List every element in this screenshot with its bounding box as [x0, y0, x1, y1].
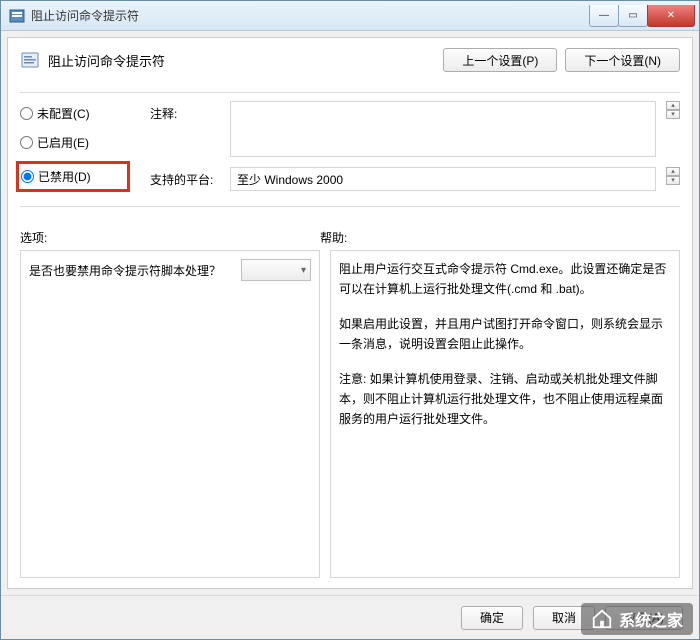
policy-icon	[20, 50, 40, 70]
window-controls: — ▭ ✕	[590, 5, 695, 27]
content-area: 阻止访问命令提示符 上一个设置(P) 下一个设置(N) 未配置(C) 已启用(E…	[7, 37, 693, 589]
footer: 确定 取消 应用(A) 系统之家	[1, 595, 699, 639]
settings-row: 未配置(C) 已启用(E) 已禁用(D) 注释: ▴▾	[20, 101, 680, 192]
help-paragraph: 如果启用此设置，并且用户试图打开命令窗口，则系统会显示一条消息，说明设置会阻止此…	[339, 314, 671, 355]
help-panel: 阻止用户运行交互式命令提示符 Cmd.exe。此设置还确定是否可以在计算机上运行…	[330, 250, 680, 578]
help-label: 帮助:	[320, 229, 680, 246]
option-question: 是否也要禁用命令提示符脚本处理？	[29, 262, 221, 279]
section-labels: 选项: 帮助:	[20, 229, 680, 246]
platform-scroll[interactable]: ▴▾	[666, 167, 680, 185]
option-dropdown[interactable]: ▾	[241, 259, 311, 281]
dialog-window: 阻止访问命令提示符 — ▭ ✕ 阻止访问命令提示符 上一个设置(P) 下一个设置…	[0, 0, 700, 640]
comment-label: 注释:	[150, 101, 220, 122]
radio-not-configured-label: 未配置(C)	[37, 105, 90, 122]
platform-label: 支持的平台:	[150, 167, 220, 188]
window-title: 阻止访问命令提示符	[31, 7, 590, 24]
platform-box: 至少 Windows 2000	[230, 167, 656, 191]
radio-not-configured[interactable]: 未配置(C)	[20, 105, 130, 122]
radio-disabled-label: 已禁用(D)	[38, 168, 91, 185]
comment-textarea[interactable]	[230, 101, 656, 157]
option-script-processing: 是否也要禁用命令提示符脚本处理？ ▾	[29, 259, 311, 281]
options-panel: 是否也要禁用命令提示符脚本处理？ ▾	[20, 250, 320, 578]
radio-disabled-input[interactable]	[21, 170, 34, 183]
maximize-button[interactable]: ▭	[618, 5, 648, 27]
panels-row: 是否也要禁用命令提示符脚本处理？ ▾ 阻止用户运行交互式命令提示符 Cmd.ex…	[20, 250, 680, 578]
radio-enabled-label: 已启用(E)	[37, 134, 89, 151]
cancel-button[interactable]: 取消	[533, 606, 595, 630]
ok-button[interactable]: 确定	[461, 606, 523, 630]
radio-enabled-input[interactable]	[20, 136, 33, 149]
app-icon	[9, 8, 25, 24]
comment-scroll[interactable]: ▴▾	[666, 101, 680, 119]
options-label: 选项:	[20, 229, 320, 246]
minimize-button[interactable]: —	[589, 5, 619, 27]
divider	[20, 92, 680, 93]
radio-enabled[interactable]: 已启用(E)	[20, 134, 130, 151]
help-paragraph: 注意: 如果计算机使用登录、注销、启动或关机批处理文件脚本，则不阻止计算机运行批…	[339, 369, 671, 430]
apply-button[interactable]: 应用(A)	[605, 606, 683, 630]
highlight-box: 已禁用(D)	[16, 161, 130, 192]
radio-group: 未配置(C) 已启用(E) 已禁用(D)	[20, 101, 130, 192]
header-row: 阻止访问命令提示符 上一个设置(P) 下一个设置(N)	[20, 48, 680, 72]
next-setting-button[interactable]: 下一个设置(N)	[565, 48, 680, 72]
platform-value: 至少 Windows 2000	[237, 171, 343, 188]
divider	[20, 206, 680, 207]
titlebar[interactable]: 阻止访问命令提示符 — ▭ ✕	[1, 1, 699, 31]
help-paragraph: 阻止用户运行交互式命令提示符 Cmd.exe。此设置还确定是否可以在计算机上运行…	[339, 259, 671, 300]
radio-disabled[interactable]: 已禁用(D)	[21, 168, 121, 185]
close-button[interactable]: ✕	[647, 5, 695, 27]
radio-not-configured-input[interactable]	[20, 107, 33, 120]
fields-column: 注释: ▴▾ 支持的平台: 至少 Windows 2000 ▴▾	[150, 101, 680, 192]
prev-setting-button[interactable]: 上一个设置(P)	[443, 48, 557, 72]
page-title: 阻止访问命令提示符	[48, 51, 443, 70]
